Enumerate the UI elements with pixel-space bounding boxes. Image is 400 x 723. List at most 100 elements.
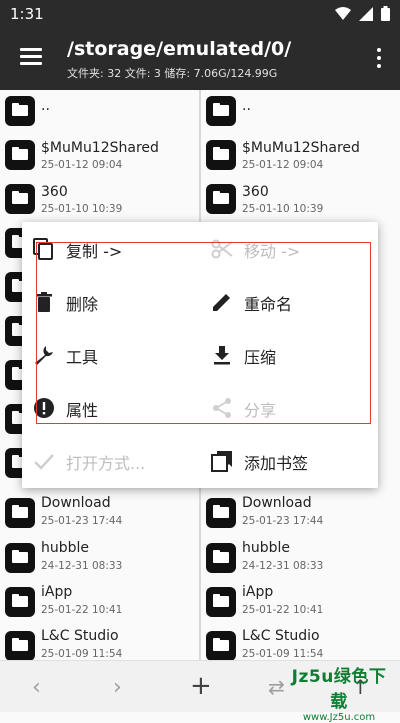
battery-icon xyxy=(381,6,390,21)
list-item[interactable]: $MuMu12Shared 25-01-12 09:04 xyxy=(0,134,199,178)
watermark-main: Jz5u绿色下载 xyxy=(291,667,387,712)
wifi-icon xyxy=(335,6,351,20)
file-date: 25-01-23 17:44 xyxy=(242,515,324,527)
signal-icon xyxy=(359,6,373,21)
file-name: iApp xyxy=(242,584,274,600)
menu-item-label: 复制 -> xyxy=(66,242,123,261)
list-item[interactable]: L&C Studio 25-01-09 11:54 xyxy=(0,625,199,660)
file-name: 360 xyxy=(242,184,269,200)
menu-item-label: 重命名 xyxy=(244,295,293,314)
menu-item-compress[interactable]: 压缩 xyxy=(200,334,370,378)
download-icon xyxy=(214,346,230,365)
file-date: 25-01-23 17:44 xyxy=(41,515,123,527)
trash-icon xyxy=(36,292,52,312)
list-item[interactable]: .. xyxy=(201,90,400,134)
menu-item-copy[interactable]: 复制 -> xyxy=(22,228,192,272)
copy-icon xyxy=(33,238,53,260)
folder-icon xyxy=(206,140,236,170)
file-name: Download xyxy=(242,495,312,511)
list-item[interactable]: hubble 24-12-31 08:33 xyxy=(0,537,199,581)
more-options-icon[interactable] xyxy=(376,48,382,68)
folder-icon xyxy=(5,587,35,617)
file-name: L&C Studio xyxy=(242,628,320,644)
file-date: 25-01-12 09:04 xyxy=(41,159,123,171)
list-item[interactable]: Download 25-01-23 17:44 xyxy=(201,492,400,536)
status-bar: 1:31 xyxy=(0,0,400,28)
file-date: 24-12-31 08:33 xyxy=(41,560,123,572)
file-date: 25-01-12 09:04 xyxy=(242,159,324,171)
file-name: hubble xyxy=(41,540,90,556)
menu-item-properties[interactable]: 属性 xyxy=(22,387,192,431)
file-name: 360 xyxy=(41,184,68,200)
list-item[interactable]: .. xyxy=(0,90,199,134)
folder-icon xyxy=(206,498,236,528)
file-date: 24-12-31 08:33 xyxy=(242,560,324,572)
list-item[interactable]: 360 25-01-10 10:39 xyxy=(201,178,400,222)
folder-icon xyxy=(206,184,236,214)
menu-item-add-bookmark[interactable]: 添加书签 xyxy=(200,440,370,484)
swap-icon[interactable]: ⇄ xyxy=(268,675,285,699)
file-date: 25-01-10 10:39 xyxy=(41,203,123,215)
storage-stats: 文件夹: 32 文件: 3 储存: 7.06G/124.99G xyxy=(67,67,278,80)
list-item[interactable]: Download 25-01-23 17:44 xyxy=(0,492,199,536)
menu-item-label: 移动 -> xyxy=(244,242,301,261)
file-name: Download xyxy=(41,495,111,511)
list-item[interactable]: iApp 25-01-22 10:41 xyxy=(201,581,400,625)
folder-icon xyxy=(5,184,35,214)
file-date: 25-01-09 11:54 xyxy=(242,648,324,660)
folder-icon xyxy=(5,140,35,170)
list-item[interactable]: iApp 25-01-22 10:41 xyxy=(0,581,199,625)
file-date: 25-01-10 10:39 xyxy=(242,203,324,215)
menu-item-label: 属性 xyxy=(66,401,99,420)
file-date: 25-01-22 10:41 xyxy=(41,604,123,616)
folder-icon xyxy=(206,96,236,126)
watermark-sub: www.Jz5u.com xyxy=(302,712,376,723)
menu-item-label: 分享 xyxy=(244,401,277,420)
file-name: .. xyxy=(41,98,50,114)
folder-icon xyxy=(5,631,35,660)
file-name: hubble xyxy=(242,540,291,556)
check-icon xyxy=(34,454,54,470)
file-name: $MuMu12Shared xyxy=(242,140,360,156)
pencil-icon xyxy=(213,294,230,311)
menu-item-rename[interactable]: 重命名 xyxy=(200,281,370,325)
menu-item-open-with[interactable]: 打开方式... xyxy=(22,440,192,484)
list-item[interactable]: 360 25-01-10 10:39 xyxy=(0,178,199,222)
list-item[interactable]: $MuMu12Shared 25-01-12 09:04 xyxy=(201,134,400,178)
bookmark-icon xyxy=(211,451,232,472)
file-name: $MuMu12Shared xyxy=(41,140,159,156)
menu-item-label: 打开方式... xyxy=(66,454,146,473)
app-bar: /storage/emulated/0/ 文件夹: 32 文件: 3 储存: 7… xyxy=(0,28,400,90)
file-name: L&C Studio xyxy=(41,628,119,644)
add-icon[interactable]: + xyxy=(190,671,212,701)
list-item[interactable]: L&C Studio 25-01-09 11:54 xyxy=(201,625,400,660)
menu-item-label: 删除 xyxy=(66,295,99,314)
folder-icon xyxy=(206,543,236,573)
menu-item-label: 添加书签 xyxy=(244,454,309,473)
menu-item-move[interactable]: 移动 -> xyxy=(200,228,370,272)
menu-item-label: 压缩 xyxy=(244,348,277,367)
folder-icon xyxy=(5,498,35,528)
context-menu: 复制 -> 移动 -> 删除 重命名 工具 压缩 属性 分享 打开方式... 添… xyxy=(22,222,378,488)
watermark: Jz5u绿色下载 www.Jz5u.com xyxy=(284,662,394,723)
share-icon xyxy=(213,398,231,418)
current-path: /storage/emulated/0/ xyxy=(67,38,292,60)
info-icon xyxy=(34,398,54,418)
hamburger-menu-icon[interactable] xyxy=(20,48,42,66)
menu-item-share[interactable]: 分享 xyxy=(200,387,370,431)
menu-item-delete[interactable]: 删除 xyxy=(22,281,192,325)
file-name: .. xyxy=(242,98,251,114)
folder-icon xyxy=(5,96,35,126)
menu-item-tools[interactable]: 工具 xyxy=(22,334,192,378)
forward-icon[interactable]: › xyxy=(113,675,122,700)
status-time: 1:31 xyxy=(10,5,44,23)
folder-icon xyxy=(5,543,35,573)
file-date: 25-01-09 11:54 xyxy=(41,648,123,660)
file-date: 25-01-22 10:41 xyxy=(242,604,324,616)
back-icon[interactable]: ‹ xyxy=(32,675,41,700)
list-item[interactable]: hubble 24-12-31 08:33 xyxy=(201,537,400,581)
folder-icon xyxy=(206,631,236,660)
wrench-icon xyxy=(35,346,53,365)
menu-item-label: 工具 xyxy=(66,348,99,367)
file-name: iApp xyxy=(41,584,73,600)
